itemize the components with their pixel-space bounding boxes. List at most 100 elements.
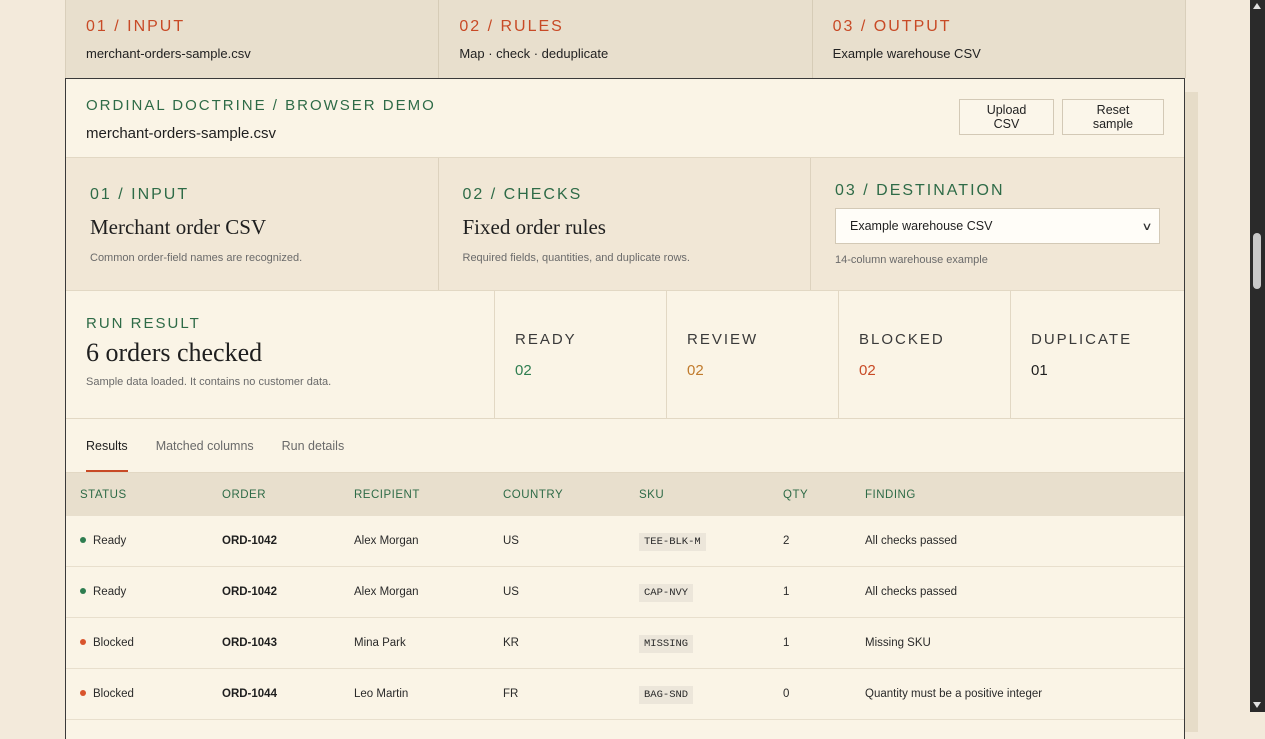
strip-step-value: Example warehouse CSV	[832, 46, 981, 61]
table-row[interactable]: Blocked ORD-1043 Mina Park KR MISSING 1 …	[66, 617, 1184, 669]
sku-badge: CAP-NVY	[639, 583, 694, 602]
scroll-down-arrow-icon[interactable]	[1253, 702, 1261, 708]
status-cell: Blocked	[66, 617, 221, 669]
order-cell: ORD-1042	[221, 516, 353, 567]
stat-label: READY	[515, 331, 577, 348]
file-name: merchant-orders-sample.csv	[86, 125, 277, 142]
step-title: Fixed order rules	[462, 215, 606, 239]
step-description: Common order-field names are recognized.	[90, 252, 303, 264]
stat-ready: READY 02	[495, 291, 667, 418]
run-label: RUN RESULT	[86, 315, 201, 332]
side-shadow	[1184, 92, 1198, 732]
qty-cell: 1	[782, 617, 864, 669]
step-destination: 03 / DESTINATION Example warehouse CSV ∨…	[811, 158, 1184, 290]
tab-matched-columns[interactable]: Matched columns	[156, 419, 254, 472]
step-description: Required fields, quantities, and duplica…	[462, 252, 690, 264]
qty-cell: 2	[782, 516, 864, 567]
recipient-cell: Mina Park	[353, 617, 502, 669]
table-header-row: STATUS ORDER RECIPIENT COUNTRY SKU QTY F…	[66, 473, 1184, 516]
stat-value: 02	[687, 362, 704, 379]
scrollbar-track[interactable]	[1250, 0, 1265, 712]
step-checks: 02 / CHECKS Fixed order rules Required f…	[439, 158, 811, 290]
column-header-qty[interactable]: QTY	[782, 473, 864, 516]
stat-duplicate: DUPLICATE 01	[1011, 291, 1184, 418]
column-header-order[interactable]: ORDER	[221, 473, 353, 516]
run-description: Sample data loaded. It contains no custo…	[86, 376, 332, 388]
country-cell: US	[502, 516, 638, 567]
step-number: 01 / INPUT	[90, 186, 190, 203]
results-table: STATUS ORDER RECIPIENT COUNTRY SKU QTY F…	[66, 473, 1184, 720]
column-header-status[interactable]: STATUS	[66, 473, 221, 516]
recipient-cell: Alex Morgan	[353, 566, 502, 618]
status-text: Blocked	[93, 688, 134, 700]
card-header: ORDINAL DOCTRINE / BROWSER DEMO merchant…	[66, 79, 1184, 158]
status-text: Blocked	[93, 637, 134, 649]
stat-value: 01	[1031, 362, 1048, 379]
stat-label: DUPLICATE	[1031, 331, 1133, 348]
recipient-cell: Alex Morgan	[353, 516, 502, 567]
country-cell: US	[502, 566, 638, 618]
upload-csv-button[interactable]: Upload CSV	[959, 99, 1054, 135]
column-header-sku[interactable]: SKU	[638, 473, 782, 516]
strip-step-value: merchant-orders-sample.csv	[86, 46, 251, 61]
status-text: Ready	[93, 586, 127, 598]
stat-value: 02	[515, 362, 532, 379]
sku-cell: MISSING	[638, 617, 782, 669]
status-dot-icon	[80, 587, 86, 594]
scrollbar-thumb[interactable]	[1253, 233, 1261, 289]
tab-results[interactable]: Results	[86, 419, 128, 472]
stat-label: BLOCKED	[859, 331, 945, 348]
country-cell: KR	[502, 617, 638, 669]
finding-cell: All checks passed	[864, 566, 1184, 618]
status-dot-icon	[80, 689, 86, 696]
strip-output: 03 / OUTPUT Example warehouse CSV	[813, 0, 1185, 78]
qty-cell: 1	[782, 566, 864, 618]
sku-cell: TEE-BLK-M	[638, 516, 782, 567]
destination-select[interactable]: Example warehouse CSV ∨	[835, 208, 1160, 244]
reset-sample-button[interactable]: Reset sample	[1062, 99, 1164, 135]
status-cell: Ready	[66, 516, 221, 567]
status-text: Ready	[93, 535, 127, 547]
step-title: Merchant order CSV	[90, 215, 267, 239]
strip-step-label: 03 / OUTPUT	[832, 18, 952, 35]
demo-card: ORDINAL DOCTRINE / BROWSER DEMO merchant…	[65, 78, 1185, 739]
run-title: 6 orders checked	[86, 338, 263, 367]
table-row[interactable]: Ready ORD-1042 Alex Morgan US TEE-BLK-M …	[66, 516, 1184, 567]
result-tabs: Results Matched columns Run details	[66, 419, 1184, 473]
step-input: 01 / INPUT Merchant order CSV Common ord…	[66, 158, 439, 290]
scroll-up-arrow-icon[interactable]	[1253, 3, 1261, 9]
column-header-recipient[interactable]: RECIPIENT	[353, 473, 502, 516]
strip-step-label: 01 / INPUT	[86, 18, 186, 35]
column-header-finding[interactable]: FINDING	[864, 473, 1184, 516]
sku-badge: TEE-BLK-M	[639, 532, 706, 551]
order-cell: ORD-1042	[221, 566, 353, 618]
order-cell: ORD-1043	[221, 617, 353, 669]
stat-label: REVIEW	[687, 331, 759, 348]
destination-selected-value: Example warehouse CSV	[850, 219, 993, 233]
step-number: 03 / DESTINATION	[835, 182, 1005, 199]
stat-blocked: BLOCKED 02	[839, 291, 1011, 418]
sku-cell: CAP-NVY	[638, 566, 782, 618]
stat-review: REVIEW 02	[667, 291, 839, 418]
tab-run-details[interactable]: Run details	[282, 419, 345, 472]
sku-badge: MISSING	[639, 634, 694, 653]
strip-step-label: 02 / RULES	[459, 18, 564, 35]
run-summary: RUN RESULT 6 orders checked Sample data …	[66, 291, 495, 418]
eyebrow-title: ORDINAL DOCTRINE / BROWSER DEMO	[86, 97, 436, 114]
status-dot-icon	[80, 638, 86, 645]
sku-badge: BAG-SND	[639, 685, 694, 704]
strip-input: 01 / INPUT merchant-orders-sample.csv	[66, 0, 440, 78]
step-description: 14-column warehouse example	[835, 254, 988, 266]
chevron-down-icon: ∨	[1141, 220, 1153, 233]
table-row[interactable]: Ready ORD-1042 Alex Morgan US CAP-NVY 1 …	[66, 566, 1184, 618]
status-cell: Ready	[66, 566, 221, 618]
process-steps: 01 / INPUT Merchant order CSV Common ord…	[66, 158, 1184, 291]
strip-rules: 02 / RULES Map · check · deduplicate	[439, 0, 813, 78]
strip-step-value: Map · check · deduplicate	[459, 46, 609, 61]
column-header-country[interactable]: COUNTRY	[502, 473, 638, 516]
finding-cell: All checks passed	[864, 516, 1184, 567]
finding-cell: Missing SKU	[864, 617, 1184, 669]
pipeline-strip: 01 / INPUT merchant-orders-sample.csv 02…	[65, 0, 1186, 78]
step-number: 02 / CHECKS	[462, 186, 583, 203]
stat-value: 02	[859, 362, 876, 379]
